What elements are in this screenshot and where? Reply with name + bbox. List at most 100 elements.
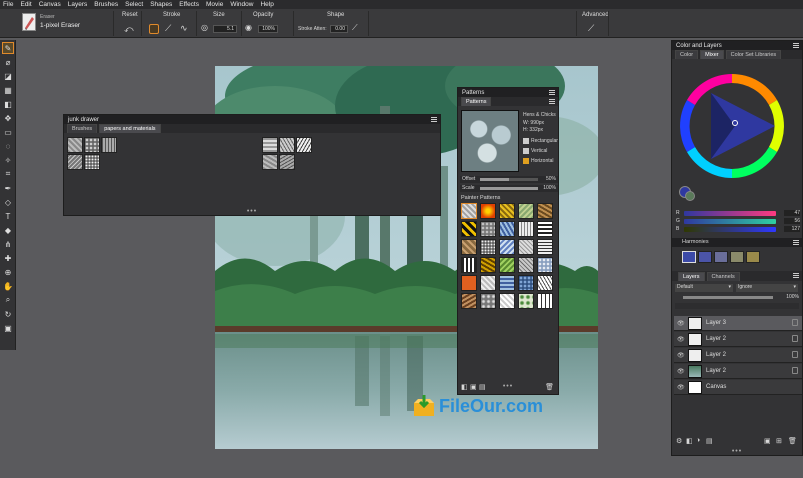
harmony-swatch[interactable] (698, 251, 712, 263)
duplicate-layer-icon[interactable]: ▣ (764, 437, 771, 445)
pattern-swatch[interactable] (537, 275, 553, 291)
tab-brushes[interactable]: Brushes (67, 124, 98, 133)
lasso-tool-icon[interactable]: ◌ (2, 140, 14, 152)
pattern-swatch[interactable] (518, 203, 534, 219)
freehand-stroke-icon[interactable] (149, 24, 159, 34)
pattern-swatch[interactable] (537, 203, 553, 219)
harmony-swatch[interactable] (746, 251, 760, 263)
tab-color-set-libraries[interactable]: Color Set Libraries (725, 50, 782, 59)
brush-tool-icon[interactable]: ✎ (2, 42, 14, 54)
magnifier-icon[interactable]: ⌕ (2, 294, 14, 306)
green-value[interactable]: 56 (784, 218, 800, 224)
composite-method-select[interactable]: Default ▾ (675, 284, 733, 292)
material-swatch[interactable] (84, 154, 100, 170)
pen-tool-icon[interactable]: ✒ (2, 182, 14, 194)
panel-resize-grip[interactable]: ••• (503, 383, 513, 390)
pattern-swatch[interactable] (461, 293, 477, 309)
pattern-swatch[interactable] (461, 221, 477, 237)
layer-mask-icon[interactable]: ◑ (696, 437, 700, 444)
red-value[interactable]: 47 (784, 210, 800, 216)
material-swatch[interactable] (84, 137, 100, 153)
pattern-swatch[interactable] (461, 203, 477, 219)
tab-color[interactable]: Color (675, 50, 699, 59)
menu-shapes[interactable]: Shapes (150, 1, 172, 8)
patterns-titlebar[interactable]: Patterns (458, 88, 558, 97)
pattern-swatch[interactable] (461, 239, 477, 255)
pattern-swatch[interactable] (518, 275, 534, 291)
menu-edit[interactable]: Edit (20, 1, 31, 8)
preserve-method-select[interactable]: Ignore ▾ (736, 284, 798, 292)
pattern-library-icon[interactable]: ▤ (479, 383, 486, 391)
lock-icon[interactable] (792, 351, 798, 358)
menu-help[interactable]: Help (260, 1, 273, 8)
junk-drawer-titlebar[interactable]: junk drawer (64, 115, 440, 124)
panel-menu-icon[interactable] (793, 240, 799, 245)
magic-wand-icon[interactable]: ✧ (2, 154, 14, 166)
layer-row[interactable]: 👁 Layer 3 (674, 316, 802, 331)
shape-tool-icon[interactable]: ◇ (2, 196, 14, 208)
red-slider[interactable]: R 47 (676, 210, 800, 217)
pattern-swatch[interactable] (518, 293, 534, 309)
rectangular-option[interactable]: Rectangular (523, 138, 558, 144)
material-swatch[interactable] (67, 154, 83, 170)
new-layer-button-icon[interactable]: ⊞ (776, 437, 782, 445)
panel-menu-icon[interactable] (549, 90, 555, 95)
secondary-color-swatch[interactable] (685, 191, 695, 201)
material-swatch[interactable] (279, 154, 295, 170)
divine-proportion-icon[interactable]: ◆ (2, 224, 14, 236)
material-swatch[interactable] (262, 154, 278, 170)
eye-icon[interactable]: 👁 (677, 336, 685, 343)
eraser-tool-icon[interactable]: ◪ (2, 70, 14, 82)
pattern-swatch[interactable] (480, 239, 496, 255)
reset-icon[interactable]: ⤺ (124, 24, 134, 35)
pattern-swatch[interactable] (480, 203, 496, 219)
layer-opacity-slider[interactable]: 100% (675, 294, 799, 301)
transform-tool-icon[interactable]: ✥ (2, 112, 14, 124)
pattern-swatch[interactable] (537, 221, 553, 237)
tab-papers-and-materials[interactable]: papers and materials (99, 124, 161, 133)
clone-tool-icon[interactable]: ✚ (2, 252, 14, 264)
eye-icon[interactable]: 👁 (677, 352, 685, 359)
pattern-swatch[interactable] (499, 239, 515, 255)
pattern-swatch[interactable] (499, 221, 515, 237)
lock-icon[interactable] (792, 319, 798, 326)
vertical-option[interactable]: Vertical (523, 148, 547, 154)
tab-channels[interactable]: Channels (706, 272, 740, 281)
material-swatch[interactable] (67, 137, 83, 153)
tab-menu-icon[interactable] (549, 99, 555, 104)
layer-row[interactable]: 👁 Layer 2 (674, 364, 802, 379)
menu-file[interactable]: File (3, 1, 13, 8)
tab-mixer[interactable]: Mixer (700, 50, 724, 59)
harmony-swatch[interactable] (714, 251, 728, 263)
capture-pattern-icon[interactable]: ▣ (470, 383, 477, 391)
layer-row[interactable]: 👁 Layer 2 (674, 332, 802, 347)
hand-tool-icon[interactable]: ✋ (2, 280, 14, 292)
trash-icon[interactable]: 🗑 (788, 437, 797, 445)
eye-icon[interactable]: 👁 (677, 384, 685, 391)
advanced-icon[interactable]: ⟋ (588, 23, 594, 34)
color-swatch-icon[interactable]: ▣ (2, 322, 14, 334)
menu-canvas[interactable]: Canvas (39, 1, 61, 8)
menu-window[interactable]: Window (230, 1, 253, 8)
layer-row[interactable]: 👁 Canvas (674, 380, 802, 395)
offset-slider[interactable]: Offset 50% (460, 176, 558, 183)
stroke-attenuation-field[interactable]: 0.00 (330, 25, 348, 33)
attenuation-icon[interactable]: ⟋ (352, 23, 358, 33)
pattern-swatch[interactable] (499, 293, 515, 309)
panel-resize-grip[interactable]: ••• (732, 448, 742, 455)
pattern-swatch[interactable] (499, 257, 515, 273)
gradient-tool-icon[interactable]: ▦ (2, 84, 14, 96)
menu-movie[interactable]: Movie (206, 1, 223, 8)
fill-tool-icon[interactable]: ◧ (2, 98, 14, 110)
material-swatch[interactable] (262, 137, 278, 153)
dropper-tool-icon[interactable]: ⌀ (2, 56, 14, 68)
opacity-field[interactable]: 100% (258, 25, 278, 33)
pattern-swatch[interactable] (480, 293, 496, 309)
layer-row[interactable]: 👁 Layer 2 (674, 348, 802, 363)
pattern-swatch[interactable] (499, 203, 515, 219)
tab-patterns[interactable]: Patterns (461, 97, 492, 106)
rubber-stamp-icon[interactable]: ⊕ (2, 266, 14, 278)
pattern-swatch[interactable] (537, 293, 553, 309)
menu-select[interactable]: Select (125, 1, 143, 8)
lock-icon[interactable] (792, 335, 798, 342)
